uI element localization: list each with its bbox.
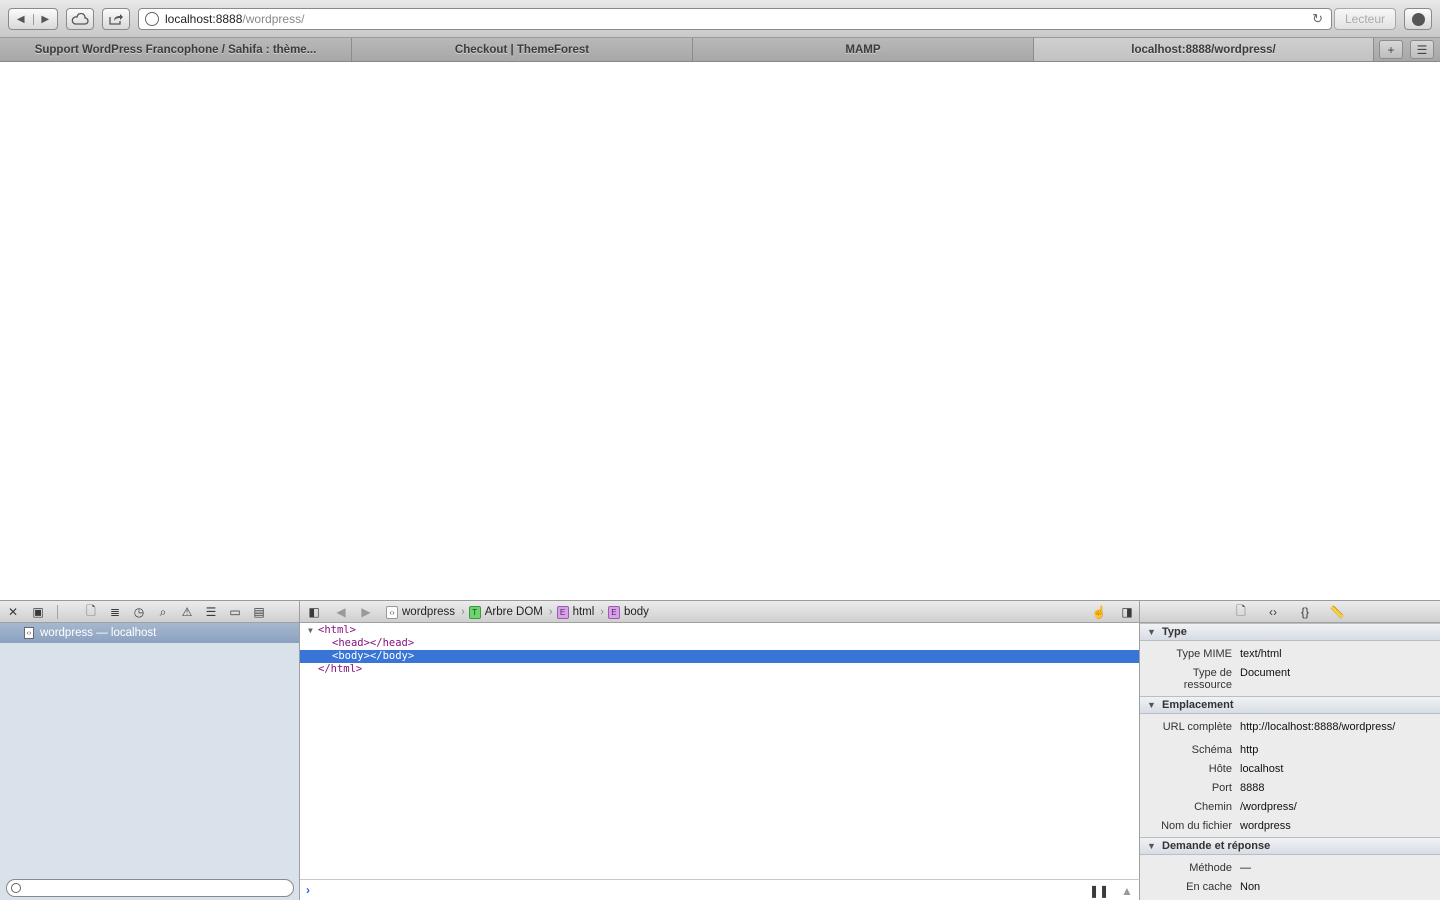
breadcrumb-label: Arbre DOM	[484, 606, 543, 618]
breadcrumb-label: html	[572, 606, 595, 618]
tab-overview-icon[interactable]: ☰	[1410, 40, 1434, 59]
chevron-right-icon: ›	[600, 606, 604, 618]
page-content	[0, 62, 1440, 600]
chevron-right-icon: ›	[461, 606, 465, 618]
address-bar[interactable]: localhost:8888/wordpress/ ↻	[138, 8, 1332, 30]
url-path: /wordpress/	[242, 12, 305, 26]
new-tab-plus-icon[interactable]: +	[1379, 40, 1403, 59]
downloads-button[interactable]	[1404, 8, 1432, 30]
sidebar-filter-field[interactable]	[6, 879, 294, 897]
issues-icon[interactable]: ⚠	[179, 604, 195, 620]
log-icon[interactable]: ▤	[251, 604, 267, 620]
toolbar-divider	[57, 605, 58, 619]
element-icon: E	[607, 605, 620, 619]
tab-mamp[interactable]: MAMP	[693, 38, 1034, 61]
resource-item-wordpress[interactable]: ‹› wordpress — localhost	[0, 623, 299, 643]
timeline-icon[interactable]: ◷	[131, 604, 147, 620]
document-icon: ‹›	[24, 627, 34, 639]
resource-sidebar: ‹› wordpress — localhost	[0, 623, 300, 900]
disclosure-triangle-icon[interactable]: ▼	[308, 624, 313, 637]
tab-localhost-active[interactable]: localhost:8888/wordpress/	[1034, 38, 1374, 61]
breadcrumb-html[interactable]: E html	[556, 605, 595, 619]
resource-details-icon[interactable]: 🗋	[1233, 604, 1249, 620]
resource-item-label: wordpress — localhost	[40, 627, 157, 639]
toggle-sidebar-icon[interactable]: ◧	[306, 604, 322, 620]
node-details-icon[interactable]: ‹›	[1265, 604, 1281, 620]
search-icon[interactable]: ⌕	[155, 604, 171, 620]
back-forward-group: ◀ ▶	[8, 8, 58, 30]
element-icon: E	[556, 605, 569, 619]
console-prompt: ›	[306, 883, 310, 897]
cloud-icon	[71, 13, 89, 25]
reader-button[interactable]: Lecteur	[1334, 8, 1396, 30]
details-sidebar: ▼ Type Type MIME text/html Type de ressou…	[1140, 623, 1440, 900]
reload-icon[interactable]: ↻	[1312, 11, 1323, 27]
pause-icon[interactable]: ❚❚	[1089, 883, 1109, 899]
site-globe-icon	[145, 12, 159, 26]
disclosure-triangle-icon: ▼	[1147, 700, 1156, 710]
section-location[interactable]: ▼ Emplacement	[1140, 696, 1440, 714]
dom-node-html[interactable]: ▼ <html>	[300, 624, 1139, 637]
section-request-response[interactable]: ▼ Demande et réponse	[1140, 837, 1440, 855]
tab-checkout[interactable]: Checkout | ThemeForest	[352, 38, 693, 61]
console-prompt-area[interactable]: › ❚❚ ▲	[300, 879, 1140, 900]
dom-node-html-close[interactable]: </html>	[300, 663, 1139, 676]
icloud-tabs-button[interactable]	[66, 8, 94, 30]
browser-window: ◀ ▶ localhost:8888/wordpress/ ↻ Lecteur …	[0, 0, 1440, 900]
breadcrumb-body[interactable]: E body	[607, 605, 649, 619]
chevron-right-icon: ›	[548, 606, 553, 618]
dom-tree-icon: T	[468, 605, 481, 619]
inspector-navigation-bar: ✕ ▣ 🗋 ≣ ◷ ⌕ ⚠ ☰ ▭ ▤	[0, 601, 300, 623]
debugger-icon[interactable]: ☰	[203, 604, 219, 620]
toggle-details-icon[interactable]: ◨	[1119, 604, 1135, 620]
breadcrumb: ‹› wordpress › T Arbre DOM › E html › E …	[386, 601, 653, 623]
breakpoints-icon[interactable]: ▭	[227, 604, 243, 620]
history-back-icon[interactable]: ◀	[333, 604, 349, 620]
breadcrumb-label: body	[623, 606, 649, 618]
breadcrumb-wordpress[interactable]: ‹› wordpress	[386, 605, 456, 619]
expand-console-icon[interactable]: ▲	[1119, 883, 1135, 899]
tab-support-wordpress[interactable]: Support WordPress Francophone / Sahifa :…	[0, 38, 352, 61]
share-icon	[109, 14, 123, 25]
dom-node-body-selected[interactable]: <body></body>	[300, 650, 1139, 663]
dom-tree-view: ▼ <html> <head></head> <body></body> </h…	[300, 623, 1140, 879]
back-button[interactable]: ◀	[9, 14, 33, 25]
styles-icon[interactable]: {}	[1297, 604, 1313, 620]
disclosure-triangle-icon: ▼	[1147, 841, 1156, 851]
inspect-pointer-icon[interactable]: ☝	[1091, 604, 1107, 620]
storage-icon[interactable]: ≣	[107, 604, 123, 620]
search-icon	[11, 883, 21, 893]
dom-node-head[interactable]: <head></head>	[300, 637, 1139, 650]
forward-button[interactable]: ▶	[32, 13, 58, 25]
filter-input[interactable]	[25, 881, 285, 895]
breadcrumb-dom-tree[interactable]: T Arbre DOM	[468, 605, 543, 619]
details-bar: 🗋 ‹› {} 📏	[1140, 601, 1440, 623]
section-type[interactable]: ▼ Type	[1140, 623, 1440, 641]
document-icon: ‹›	[386, 605, 398, 619]
web-inspector: ✕ ▣ 🗋 ≣ ◷ ⌕ ⚠ ☰ ▭ ▤ ◧ ◀ ▶ ‹› wordpress ›…	[0, 600, 1440, 900]
resources-icon[interactable]: 🗋	[83, 604, 99, 620]
share-button[interactable]	[102, 8, 130, 30]
url-host: localhost:8888	[165, 12, 243, 26]
disclosure-triangle-icon: ▼	[1147, 627, 1156, 637]
breadcrumb-label: wordpress	[402, 606, 456, 618]
download-icon	[1411, 12, 1425, 26]
metrics-ruler-icon[interactable]: 📏	[1329, 604, 1345, 620]
content-navigation-bar: ◧ ◀ ▶ ‹› wordpress › T Arbre DOM › E htm…	[300, 601, 1140, 623]
browser-toolbar: ◀ ▶ localhost:8888/wordpress/ ↻ Lecteur	[0, 0, 1440, 38]
history-forward-icon[interactable]: ▶	[358, 604, 374, 620]
dock-icon[interactable]: ▣	[30, 604, 46, 620]
tab-bar: Support WordPress Francophone / Sahifa :…	[0, 38, 1440, 62]
close-icon[interactable]: ✕	[5, 604, 21, 620]
